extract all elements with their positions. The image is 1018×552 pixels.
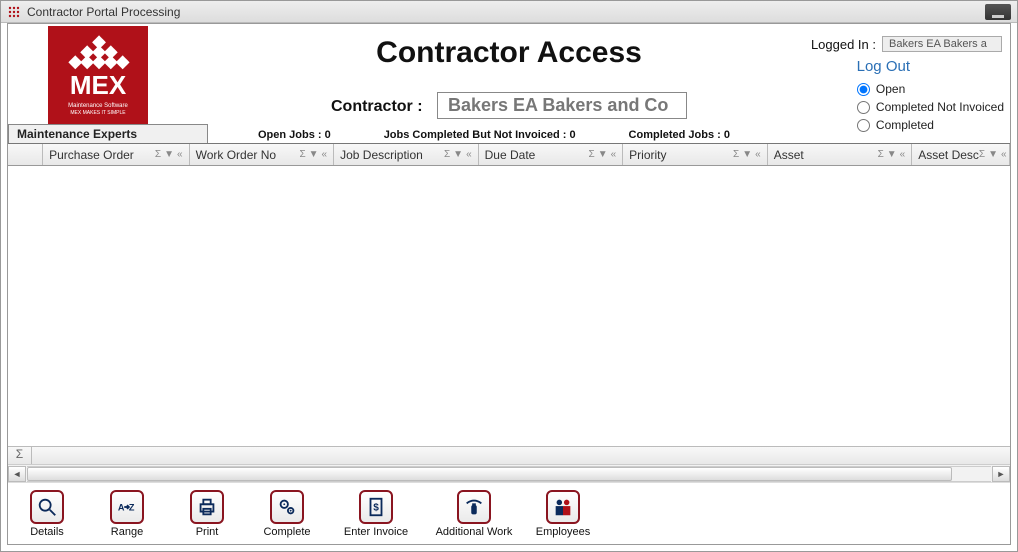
print-label: Print: [196, 526, 219, 538]
grid-header: Purchase OrderΣ▼«Work Order NoΣ▼«Job Des…: [8, 144, 1010, 166]
people-icon: [546, 490, 580, 524]
column-header-due-date[interactable]: Due DateΣ▼«: [479, 144, 624, 165]
stat-open-jobs: Open Jobs : 0: [258, 129, 331, 141]
sum-icon[interactable]: Σ: [155, 149, 161, 160]
column-header-work-order-no[interactable]: Work Order NoΣ ▼«: [190, 144, 335, 165]
sum-icon[interactable]: Σ: [878, 149, 884, 160]
contractor-name-box[interactable]: Bakers EA Bakers and Co: [437, 92, 687, 119]
collapse-icon[interactable]: «: [466, 149, 472, 160]
column-label: Asset Desc: [918, 148, 979, 162]
enter-invoice-button[interactable]: $ Enter Invoice: [336, 490, 416, 538]
sum-icon[interactable]: Σ: [299, 149, 305, 160]
column-label: Asset: [774, 148, 878, 162]
column-label: Due Date: [485, 148, 589, 162]
range-label: Range: [111, 526, 143, 538]
column-label: Work Order No: [196, 148, 300, 162]
svg-text:$: $: [373, 502, 379, 513]
filter-icon[interactable]: ▼: [742, 149, 752, 160]
complete-label: Complete: [263, 526, 310, 538]
radio-open[interactable]: Open: [857, 82, 1004, 96]
scroll-track[interactable]: [27, 466, 991, 482]
collapse-icon[interactable]: «: [177, 149, 183, 160]
filter-icon[interactable]: ▼: [164, 149, 174, 160]
filter-icon[interactable]: ▼: [988, 149, 998, 160]
column-label: Priority: [629, 148, 733, 162]
gears-icon: [270, 490, 304, 524]
column-header-asset-desc[interactable]: Asset DescΣ▼«: [912, 144, 1010, 165]
logged-in-label: Logged In :: [811, 37, 876, 52]
stat-completed-jobs: Completed Jobs : 0: [629, 129, 730, 141]
column-label: Purchase Order: [49, 148, 155, 162]
svg-text:A: A: [118, 502, 125, 512]
scroll-right-button[interactable]: ►: [992, 466, 1010, 482]
sum-icon[interactable]: Σ: [444, 149, 450, 160]
collapse-icon[interactable]: «: [755, 149, 761, 160]
maintenance-experts-tab[interactable]: Maintenance Experts: [8, 124, 208, 143]
scroll-thumb[interactable]: [27, 467, 952, 481]
radio-completed[interactable]: Completed: [857, 118, 1004, 132]
magnifier-icon: [30, 490, 64, 524]
bottom-toolbar: Details AZ Range Print Complete: [8, 482, 1010, 544]
collapse-icon[interactable]: «: [1001, 149, 1007, 160]
employees-button[interactable]: Employees: [532, 490, 594, 538]
radio-open-input[interactable]: [857, 83, 870, 96]
logout-link[interactable]: Log Out: [857, 58, 910, 75]
filter-icon[interactable]: ▼: [598, 149, 608, 160]
window-title: Contractor Portal Processing: [27, 5, 180, 19]
grid-summary-row: Σ: [8, 446, 1010, 464]
additional-work-label: Additional Work: [436, 526, 513, 538]
contractor-label: Contractor :: [331, 98, 423, 115]
complete-button[interactable]: Complete: [256, 490, 318, 538]
column-header-purchase-order[interactable]: Purchase OrderΣ▼«: [43, 144, 189, 165]
header-area: ◆◆◆◆◆◆◆◆◆ MEX Maintenance Software MEX M…: [8, 24, 1010, 144]
logged-in-row: Logged In : Bakers EA Bakers a: [811, 36, 1002, 52]
grid-row-selector-header[interactable]: [8, 144, 43, 165]
range-button[interactable]: AZ Range: [96, 490, 158, 538]
phone-icon: [457, 490, 491, 524]
grid-body[interactable]: [8, 166, 1010, 446]
column-label: Job Description: [340, 148, 444, 162]
sum-icon[interactable]: Σ: [979, 149, 985, 160]
column-header-priority[interactable]: PriorityΣ▼«: [623, 144, 768, 165]
svg-text:Z: Z: [129, 502, 135, 512]
horizontal-scrollbar[interactable]: ◄ ►: [8, 464, 1010, 482]
radio-completed-not-invoiced[interactable]: Completed Not Invoiced: [857, 100, 1004, 114]
minimize-button[interactable]: [985, 4, 1011, 20]
content-area: ◆◆◆◆◆◆◆◆◆ MEX Maintenance Software MEX M…: [7, 23, 1011, 545]
a-to-z-icon: AZ: [110, 490, 144, 524]
details-label: Details: [30, 526, 64, 538]
employees-label: Employees: [536, 526, 590, 538]
invoice-icon: $: [359, 490, 393, 524]
additional-work-button[interactable]: Additional Work: [434, 490, 514, 538]
column-header-asset[interactable]: AssetΣ▼«: [768, 144, 913, 165]
collapse-icon[interactable]: «: [900, 149, 906, 160]
radio-completed-input[interactable]: [857, 119, 870, 132]
filter-icon[interactable]: ▼: [309, 149, 319, 160]
title-bar: Contractor Portal Processing: [1, 1, 1017, 23]
enter-invoice-label: Enter Invoice: [344, 526, 408, 538]
sum-icon[interactable]: Σ: [733, 149, 739, 160]
filter-icon[interactable]: ▼: [453, 149, 463, 160]
sum-icon[interactable]: Σ: [589, 149, 595, 160]
scroll-left-button[interactable]: ◄: [8, 466, 26, 482]
app-window: Contractor Portal Processing ◆◆◆◆◆◆◆◆◆ M…: [0, 0, 1018, 552]
collapse-icon[interactable]: «: [611, 149, 617, 160]
stats-row: Open Jobs : 0 Jobs Completed But Not Inv…: [258, 129, 730, 141]
collapse-icon[interactable]: «: [322, 149, 328, 160]
filter-radios: Open Completed Not Invoiced Completed: [857, 82, 1004, 136]
app-icon: [7, 5, 21, 19]
sigma-icon[interactable]: Σ: [8, 447, 32, 464]
column-header-job-description[interactable]: Job DescriptionΣ▼«: [334, 144, 479, 165]
stat-completed-not-invoiced: Jobs Completed But Not Invoiced : 0: [384, 129, 576, 141]
logged-in-user[interactable]: Bakers EA Bakers a: [882, 36, 1002, 52]
filter-icon[interactable]: ▼: [887, 149, 897, 160]
printer-icon: [190, 490, 224, 524]
details-button[interactable]: Details: [16, 490, 78, 538]
radio-cni-input[interactable]: [857, 101, 870, 114]
print-button[interactable]: Print: [176, 490, 238, 538]
